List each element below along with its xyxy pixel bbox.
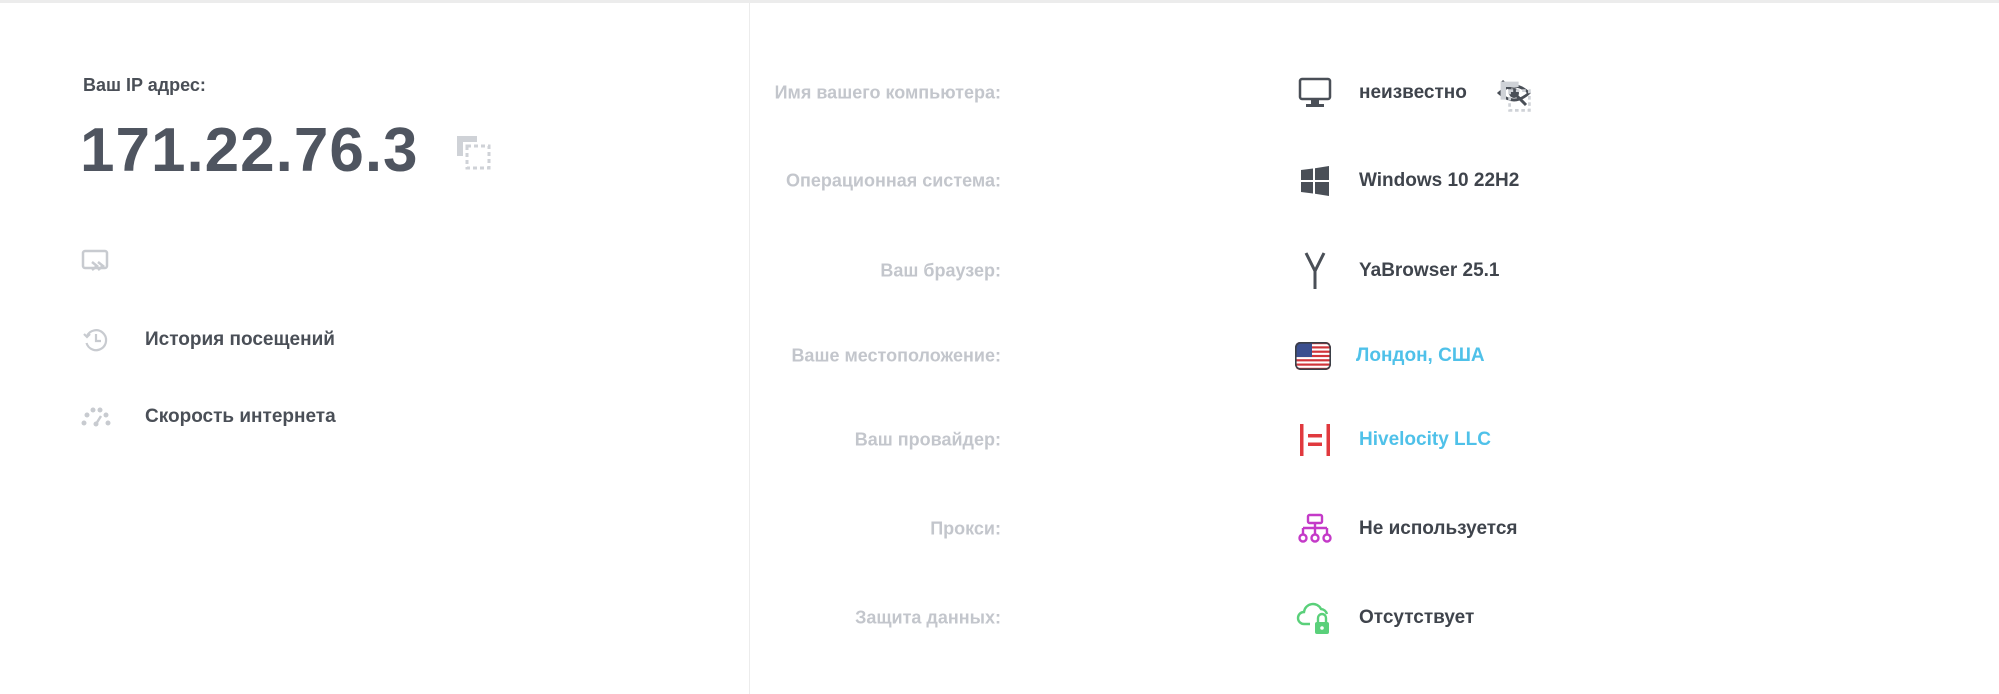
info-label: Защита данных: xyxy=(855,607,1001,628)
info-value: YaBrowser 25.1 xyxy=(1359,260,1500,281)
ip-label: Ваш IP адрес: xyxy=(83,75,206,95)
proxy-network-icon xyxy=(1295,509,1335,549)
copy-icon xyxy=(457,136,491,170)
hivelocity-logo-icon xyxy=(1295,420,1335,460)
monitor-icon xyxy=(1295,73,1335,113)
info-row-os: Операционная система: Windows 10 22H2 xyxy=(750,161,1750,201)
copy-icon xyxy=(1500,81,1531,112)
share-icon xyxy=(81,249,109,271)
speedometer-icon xyxy=(80,401,112,433)
info-row-protection: Защита данных: Отсутствует xyxy=(750,598,1750,638)
info-row-proxy: Прокси: Не используется xyxy=(750,509,1750,549)
info-row-provider: Ваш провайдер: Hivelocity LLC xyxy=(750,420,1750,460)
info-value: Не используется xyxy=(1359,518,1518,539)
yandex-browser-icon xyxy=(1295,251,1335,291)
info-label: Прокси: xyxy=(930,518,1001,539)
menu-item-speed[interactable]: Скорость интернета xyxy=(80,401,336,433)
info-label: Операционная система: xyxy=(785,170,1001,191)
info-label: Ваше местоположение: xyxy=(791,345,1001,366)
ip-address: 171.22.76.3 xyxy=(80,116,419,185)
location-link[interactable]: Лондон, США xyxy=(1356,345,1485,367)
menu-item-label: Скорость интернета xyxy=(145,406,336,427)
info-label: Имя вашего компьютера: xyxy=(774,82,1001,103)
cloud-lock-icon xyxy=(1295,598,1335,638)
info-value: неизвестно xyxy=(1359,82,1467,103)
menu-item-label: История посещений xyxy=(145,329,335,350)
copy-ip-button[interactable] xyxy=(453,132,493,172)
info-value: Отсутствует xyxy=(1359,607,1475,628)
info-label: Ваш браузер: xyxy=(880,260,1001,281)
ip-info-page: Ваш IP адрес: 171.22.76.3 История посеще… xyxy=(0,0,1999,694)
info-label: Ваш провайдер: xyxy=(854,429,1001,450)
info-row-location: Ваше местоположение: Лондон, США xyxy=(750,336,1750,376)
info-row-computer-name: Имя вашего компьютера: неизвестно xyxy=(750,73,1750,113)
provider-link[interactable]: Hivelocity LLC xyxy=(1359,429,1491,451)
menu-item-history[interactable]: История посещений xyxy=(80,324,335,356)
share-button[interactable] xyxy=(80,246,112,278)
windows-icon xyxy=(1295,161,1335,201)
info-row-browser: Ваш браузер: YaBrowser 25.1 xyxy=(750,251,1750,291)
copy-info-button[interactable] xyxy=(1497,78,1533,114)
info-value: Windows 10 22H2 xyxy=(1359,170,1520,191)
history-icon xyxy=(80,324,112,356)
us-flag-icon xyxy=(1293,336,1333,376)
